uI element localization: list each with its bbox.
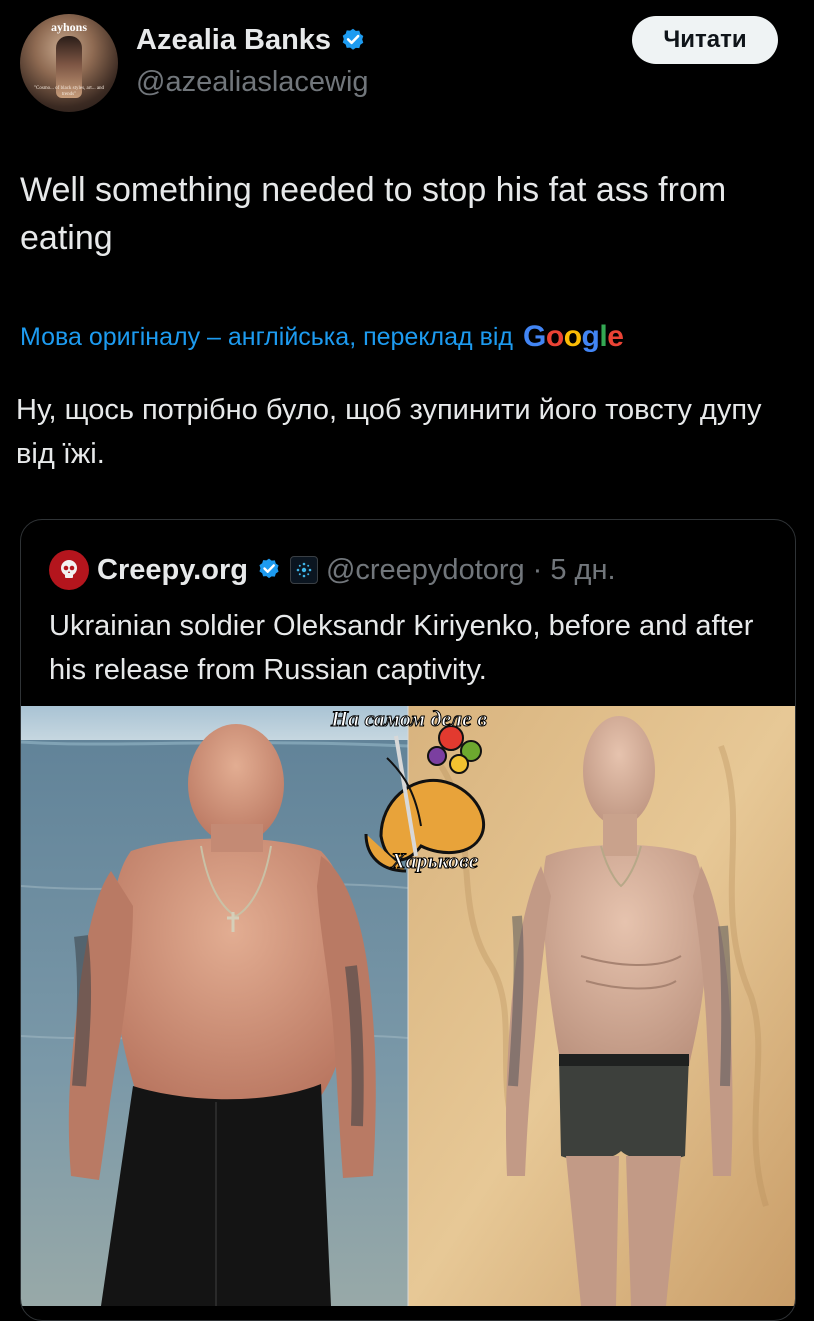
- google-letter: l: [599, 320, 608, 353]
- google-letter: o: [545, 320, 564, 353]
- author-avatar[interactable]: ayhons "Cosmo... of black styles, art...…: [20, 14, 118, 112]
- quoted-author-name[interactable]: Creepy.org: [97, 554, 248, 587]
- quoted-timestamp[interactable]: 5 дн.: [550, 554, 615, 587]
- google-logo: Google: [523, 320, 624, 354]
- avatar-blurb: "Cosmo... of black styles, art... and tr…: [33, 86, 105, 97]
- quoted-tweet-photo[interactable]: На самом деле в Харькове: [21, 706, 795, 1306]
- author-handle[interactable]: @azealiaslacewig: [136, 66, 369, 99]
- before-photo: [21, 706, 409, 1306]
- quoted-author-handle[interactable]: @creepydotorg: [326, 554, 525, 587]
- affiliate-badge-icon[interactable]: [289, 556, 318, 584]
- author-name[interactable]: Azealia Banks: [136, 24, 331, 57]
- quoted-tweet-text: Ukrainian soldier Oleksandr Kiriyenko, b…: [49, 610, 754, 686]
- dot-separator: ·: [532, 553, 543, 586]
- google-letter: e: [607, 320, 624, 353]
- google-letter: G: [523, 320, 546, 353]
- watermark-top-text: На самом деле в: [330, 706, 487, 731]
- google-letter: g: [581, 320, 600, 353]
- google-letter: o: [563, 320, 582, 353]
- quoted-tweet-header: Creepy.org @creepydotorg · 5 дн.: [49, 550, 616, 590]
- verified-badge-icon: [342, 28, 364, 50]
- translation-note[interactable]: Мова оригіналу – англійська, переклад ві…: [20, 323, 513, 352]
- translated-text: Ну, щось потрібно було, щоб зупинити йог…: [16, 394, 762, 470]
- skull-logo-icon[interactable]: [49, 550, 89, 590]
- quoted-tweet[interactable]: Creepy.org @creepydotorg · 5 дн. Ukraini…: [20, 519, 796, 1321]
- follow-button[interactable]: Читати: [632, 16, 778, 64]
- watermark-bottom-text: Харькове: [390, 848, 479, 873]
- verified-badge-icon: [259, 558, 279, 579]
- author-name-row[interactable]: Azealia Banks: [136, 24, 367, 57]
- tweet-text: Well something needed to stop his fat as…: [20, 171, 727, 257]
- avatar-magazine-title: ayhons: [50, 20, 88, 34]
- translation-attribution[interactable]: Мова оригіналу – англійська, переклад ві…: [20, 320, 624, 354]
